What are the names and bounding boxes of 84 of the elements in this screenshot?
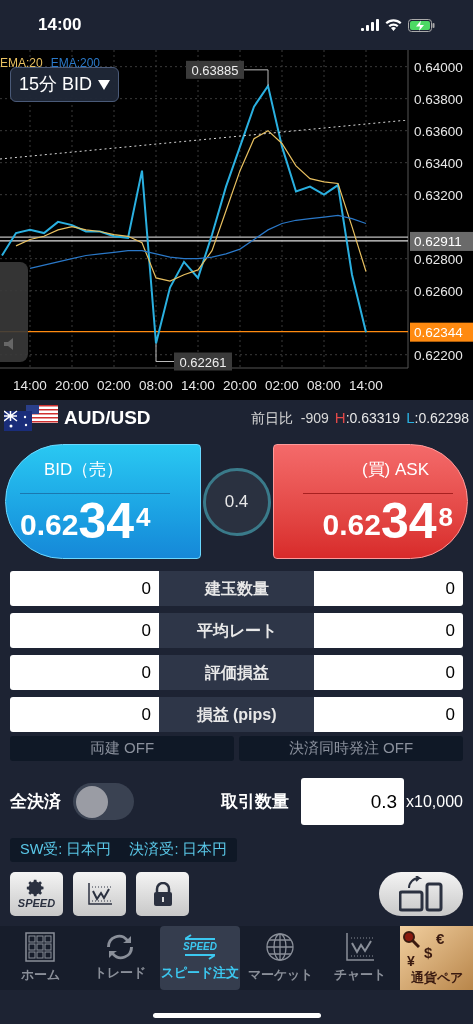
annotation: 0.63885 [191,62,239,78]
axis-label: 0.62800 [414,251,463,267]
row-label: 評価損益 [159,655,314,690]
axis-label: 0.62600 [414,283,463,299]
currency-pair-tab[interactable]: € ¥ $ 通貨ペア [400,925,473,990]
ref-line-label: 0.62344 [414,324,464,340]
nav-tab[interactable]: トレード [80,925,160,990]
timeframe-dropdown[interactable]: 15分 BID [10,67,120,102]
low-callout: 0.62261 [155,343,232,371]
lock-icon [152,881,173,906]
sell-value-cell: 0 [10,571,159,606]
sell-value-cell: 0 [10,655,159,690]
quote-label: BID（売） [44,459,124,481]
chart-icon [86,881,113,906]
price-tag: 0.62911 [410,231,473,251]
close-all-label: 全決済 [10,790,61,813]
chart-icon [345,931,375,962]
change-value: -909 [300,408,329,428]
buy-value-cell: 0 [314,655,463,690]
rotate-device-icon [399,875,443,912]
refresh-icon [105,933,135,960]
currency-symbol: ¥ [407,951,415,971]
change-label: 前日比 [250,408,293,428]
settlement-text: SW受: 日本円 [20,840,112,859]
option-toggle[interactable]: 決済同時発注 OFF [239,736,463,761]
currency-symbol: $ [424,942,433,963]
high-callout: 0.63885 [186,60,269,87]
axis-label: 0.63200 [414,187,463,203]
low-value: :0.62298 [414,408,469,428]
quantity-unit: x10,000 [406,791,463,812]
high-value: :0.63319 [345,408,401,428]
tool-button[interactable] [136,871,189,916]
flag-icon [4,405,60,431]
low-label: L [406,407,415,428]
rotate-button[interactable] [379,871,463,916]
axis-label: 14:00 [181,378,215,393]
axis-label: 14:00 [13,378,47,393]
signal-icon [361,19,379,31]
high-label: H [334,407,346,428]
nav-tab[interactable]: ホーム [0,925,80,990]
tool-button[interactable]: SPEED [10,871,63,916]
axis-label: 0.63800 [414,91,463,107]
quantity-label: 取引数量 [221,790,290,813]
axis-label: 02:00 [97,378,131,393]
axis-label: 02:00 [265,378,299,393]
currency-symbol: € [436,928,445,949]
axis-label: 0.64000 [414,59,463,75]
caret-icon [98,79,111,90]
price-tag: 0.62344 [410,322,473,342]
nav-tab[interactable]: SPEED スピード注文 [160,925,240,990]
sell-value-cell: 0 [10,613,159,648]
spread-badge: 0.4 [202,467,271,536]
axis-label: 0.63400 [414,155,463,171]
close-all-switch[interactable] [73,783,134,820]
nav-tab[interactable]: チャート [320,925,400,990]
buy-value-cell: 0 [314,697,463,732]
axis-label: 08:00 [139,378,173,393]
tool-button[interactable] [73,871,126,916]
row-label: 損益 (pips) [159,697,314,732]
globe-icon [265,931,295,962]
annotation: 0.62261 [179,354,227,370]
buy-value-cell: 0 [314,571,463,606]
nav-tab[interactable]: マーケット [240,925,320,990]
axis-label: 14:00 [349,378,383,393]
grid-icon [25,931,55,962]
battery-charging-icon [408,18,435,32]
axis-label: 0.63600 [414,123,463,139]
row-label: 平均レート [159,613,314,648]
row-label: 建玉数量 [159,571,314,606]
pair-name: AUD/USD [64,405,151,430]
axis-label: 0.62200 [414,347,463,363]
quote-label: (買) ASK [361,459,429,481]
quantity-field[interactable]: 0.3 [301,778,405,825]
settlement-text: 決済受: 日本円 [129,840,228,859]
ref-line-label: 0.62911 [414,233,462,249]
axis-label: 20:00 [223,378,257,393]
axis-label: 20:00 [55,378,89,393]
magnifier-icon [402,929,420,948]
wifi-icon [385,19,402,31]
axis-label: 08:00 [307,378,341,393]
option-toggle[interactable]: 両建 OFF [10,736,234,761]
sell-value-cell: 0 [10,697,159,732]
status-time: 14:00 [38,14,82,37]
buy-value-cell: 0 [314,613,463,648]
